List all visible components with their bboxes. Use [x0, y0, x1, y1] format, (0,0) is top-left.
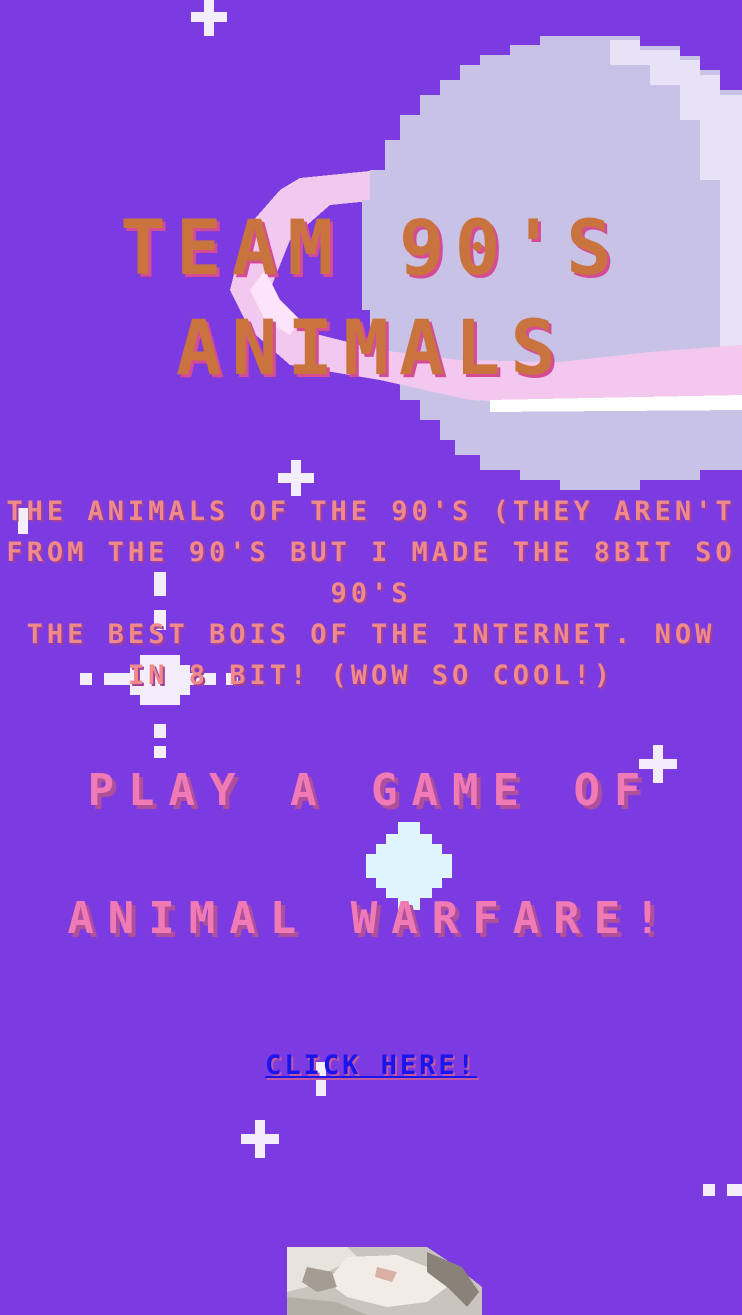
- game-heading-line2: ANIMAL WARFARE!: [67, 893, 675, 944]
- description-line: FROM THE 90'S BUT I MADE THE 8BIT SO: [6, 537, 736, 568]
- game-heading-line1: PLAY A GAME OF: [87, 765, 655, 816]
- description-line: IN 8 BIT! (WOW SO COOL!): [127, 660, 615, 691]
- page-title-line2: ANIMALS: [175, 303, 567, 392]
- description-line: THE ANIMALS OF THE 90'S (THEY AREN'T: [6, 496, 736, 527]
- game-link-wrapper: CLICK HERE!: [0, 1050, 742, 1081]
- click-here-link[interactable]: CLICK HERE!: [265, 1050, 477, 1081]
- page-title-line1: TEAM 90'S: [120, 203, 622, 292]
- description-line: 90'S: [330, 578, 412, 609]
- description-line: THE BEST BOIS OF THE INTERNET. NOW: [26, 619, 716, 650]
- cat-photo-icon: [287, 1247, 482, 1315]
- animal-image: [287, 1247, 482, 1315]
